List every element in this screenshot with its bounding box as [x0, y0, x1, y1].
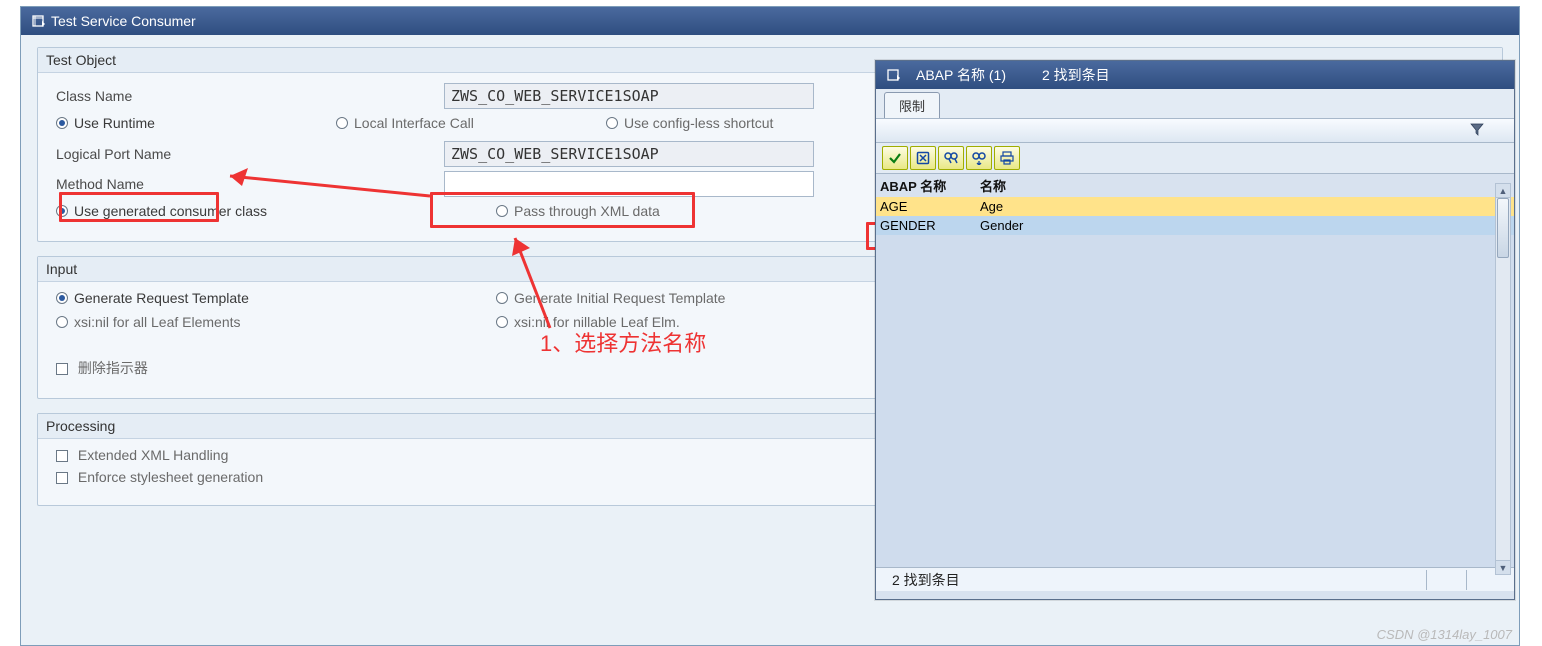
radio-gen-consumer[interactable]: Use generated consumer class	[56, 203, 456, 219]
label-class-name: Class Name	[56, 88, 436, 104]
radio-dot-icon	[56, 316, 68, 328]
cell-abap: GENDER	[880, 218, 980, 233]
radio-gen-init-label: Generate Initial Request Template	[514, 290, 725, 306]
main-title: Test Service Consumer	[51, 13, 196, 29]
popup-titlebar: ABAP 名称 (1) 2 找到条目	[876, 61, 1514, 89]
checkbox-enforce-style-label: Enforce stylesheet generation	[78, 469, 263, 485]
radio-dot-icon	[56, 205, 68, 217]
popup-col2: 名称	[980, 176, 1070, 195]
popup-tab-restrict[interactable]: 限制	[884, 92, 940, 118]
field-logical-port[interactable]	[444, 141, 814, 167]
scroll-up-icon[interactable]: ▲	[1496, 184, 1510, 198]
cell-name: Age	[980, 199, 1070, 214]
popup-table: ABAP 名称 名称 AGE Age GENDER Gender	[876, 174, 1514, 235]
popup-statusbar: 2 找到条目	[876, 567, 1514, 591]
radio-gen-consumer-label: Use generated consumer class	[74, 203, 267, 219]
scroll-down-icon[interactable]: ▼	[1496, 560, 1510, 574]
toolbar-find-button[interactable]	[938, 146, 964, 170]
status-box-1	[1426, 570, 1466, 590]
checkbox-ext-xml[interactable]	[56, 450, 68, 462]
radio-use-runtime-label: Use Runtime	[74, 115, 155, 131]
popup-body-fill	[876, 235, 1514, 567]
radio-local-interface-label: Local Interface Call	[354, 115, 474, 131]
popup-toolbar	[876, 143, 1514, 174]
radio-local-interface[interactable]: Local Interface Call	[336, 115, 606, 131]
checkbox-ext-xml-label: Extended XML Handling	[78, 447, 228, 463]
popup-col1: ABAP 名称	[880, 176, 980, 195]
label-logical-port: Logical Port Name	[56, 146, 436, 162]
radio-xsinil-all-label: xsi:nil for all Leaf Elements	[74, 314, 241, 330]
checkbox-enforce-style[interactable]	[56, 472, 68, 484]
popup-title-right: 2 找到条目	[1042, 65, 1110, 85]
search-help-popup: ABAP 名称 (1) 2 找到条目 限制 ABAP 名称 名称	[875, 60, 1515, 600]
radio-gen-req-label: Generate Request Template	[74, 290, 249, 306]
radio-config-less-label: Use config-less shortcut	[624, 115, 773, 131]
watermark: CSDN @1314lay_1007	[1377, 627, 1512, 642]
radio-xsinil-all[interactable]: xsi:nil for all Leaf Elements	[56, 314, 456, 330]
radio-dot-icon	[606, 117, 618, 129]
scroll-thumb[interactable]	[1497, 198, 1509, 258]
cell-name: Gender	[980, 218, 1070, 233]
table-row[interactable]: AGE Age	[876, 197, 1514, 216]
table-row[interactable]: GENDER Gender	[876, 216, 1514, 235]
popup-status-text: 2 找到条目	[884, 570, 1426, 590]
radio-dot-icon	[56, 292, 68, 304]
radio-pass-xml-label: Pass through XML data	[514, 203, 660, 219]
checkbox-delete-indicator-label: 删除指示器	[78, 360, 148, 376]
radio-dot-icon	[496, 205, 508, 217]
window-menu-icon[interactable]	[886, 68, 900, 82]
radio-dot-icon	[496, 316, 508, 328]
toolbar-print-button[interactable]	[994, 146, 1020, 170]
field-class-name[interactable]	[444, 83, 814, 109]
toolbar-cancel-button[interactable]	[910, 146, 936, 170]
label-method-name: Method Name	[56, 176, 436, 192]
radio-dot-icon	[56, 117, 68, 129]
checkbox-delete-indicator[interactable]	[56, 363, 68, 375]
toolbar-find-next-button[interactable]	[966, 146, 992, 170]
popup-table-header: ABAP 名称 名称	[876, 174, 1514, 197]
toolbar-accept-button[interactable]	[882, 146, 908, 170]
cell-abap: AGE	[880, 199, 980, 214]
popup-tabstrip: 限制	[876, 89, 1514, 119]
radio-gen-req[interactable]: Generate Request Template	[56, 290, 456, 306]
radio-dot-icon	[336, 117, 348, 129]
field-method-name[interactable]	[444, 171, 814, 197]
main-titlebar: Test Service Consumer	[21, 7, 1519, 35]
radio-xsinil-nillable-label: xsi:nil for nillable Leaf Elm.	[514, 314, 680, 330]
radio-dot-icon	[496, 292, 508, 304]
window-menu-icon[interactable]	[31, 14, 45, 28]
popup-title-left: ABAP 名称 (1)	[916, 65, 1006, 85]
popup-vertical-scrollbar[interactable]: ▲ ▼	[1495, 183, 1511, 575]
popup-filterbar	[876, 119, 1514, 143]
filter-icon[interactable]	[1470, 122, 1484, 141]
radio-use-runtime[interactable]: Use Runtime	[56, 115, 336, 131]
